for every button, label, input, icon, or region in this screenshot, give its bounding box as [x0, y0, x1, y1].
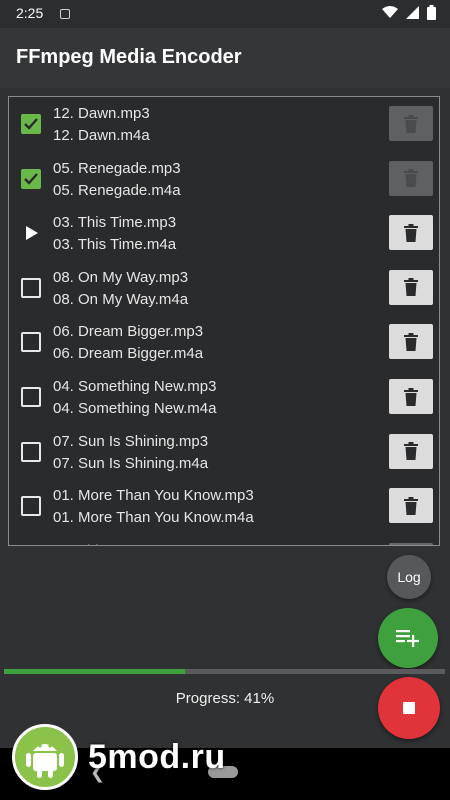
list-item[interactable]: 08. On My Way.mp3 08. On My Way.m4a	[9, 261, 439, 315]
check-icon	[24, 118, 38, 130]
output-filename: 03. This Time.m4a	[53, 236, 177, 254]
item-checkbox[interactable]	[21, 114, 41, 134]
watermark: 5mod.ru	[12, 722, 226, 792]
source-filename: 04. Something New.mp3	[53, 378, 217, 395]
trash-icon	[404, 223, 418, 242]
output-filename: 07. Sun Is Shining.m4a	[53, 454, 209, 472]
trash-icon	[404, 169, 418, 188]
delete-button[interactable]	[389, 160, 433, 196]
source-filename: 07. Sun Is Shining.mp3	[53, 432, 209, 450]
source-filename: 12. Dawn.mp3	[53, 105, 150, 122]
log-button[interactable]: Log	[387, 555, 431, 599]
play-icon	[21, 223, 41, 243]
app-title: FFmpeg Media Encoder	[16, 46, 242, 68]
trash-icon	[404, 278, 418, 297]
list-item[interactable]: 03. This Time.mp3 03. This Time.m4a	[9, 206, 439, 260]
watermark-text: 5mod.ru	[88, 737, 226, 776]
output-filename: 04. Something New.m4a	[53, 400, 217, 417]
list-item[interactable]: 01. More Than You Know.mp3 01. More Than …	[9, 479, 439, 533]
status-icons	[382, 5, 436, 20]
list-item[interactable]: 04. Something New.mp3 04. Something New.m…	[9, 370, 439, 424]
output-filename: 01. More Than You Know.m4a	[53, 509, 254, 527]
delete-button[interactable]	[389, 379, 433, 414]
output-filename: 12. Dawn.m4a	[53, 127, 150, 144]
delete-button[interactable]	[389, 215, 433, 251]
source-filename: 05. Renegade.mp3	[53, 159, 181, 177]
output-filename: 08. On My Way.m4a	[53, 290, 189, 308]
delete-button[interactable]	[389, 433, 433, 469]
item-checkbox[interactable]	[21, 441, 41, 462]
delete-button[interactable]	[389, 488, 433, 524]
delete-button[interactable]	[389, 106, 433, 141]
app-bar: FFmpeg Media Encoder	[0, 28, 450, 88]
item-checkbox[interactable]	[21, 332, 41, 353]
item-checkbox[interactable]	[21, 277, 41, 298]
list-item[interactable]: 10. This Is How You Know.mp3	[9, 534, 439, 545]
list-item[interactable]: 06. Dream Bigger.mp3 06. Dream Bigger.m4a	[9, 315, 439, 369]
output-filename: 06. Dream Bigger.m4a	[53, 345, 204, 363]
playlist-add-icon	[396, 630, 419, 647]
wifi-icon	[382, 6, 398, 18]
stop-button[interactable]	[378, 677, 440, 739]
output-filename: 05. Renegade.m4a	[53, 181, 181, 199]
add-files-button[interactable]	[378, 608, 438, 668]
trash-icon	[404, 442, 418, 461]
trash-icon	[404, 114, 418, 133]
progress-fill	[4, 669, 185, 674]
trash-icon	[404, 332, 418, 351]
status-bar: 2:25	[0, 0, 450, 28]
source-filename: 10. This Is How You Know.mp3	[53, 542, 260, 545]
notification-icon	[60, 9, 70, 19]
android-logo-icon	[12, 724, 78, 790]
item-checkbox[interactable]	[21, 496, 41, 517]
status-time: 2:25	[16, 5, 44, 21]
source-filename: 03. This Time.mp3	[53, 214, 177, 232]
source-filename: 06. Dream Bigger.mp3	[53, 323, 204, 341]
list-item[interactable]: 05. Renegade.mp3 05. Renegade.m4a	[9, 152, 439, 206]
progress-bar	[4, 669, 445, 674]
battery-icon	[427, 5, 436, 20]
trash-icon	[404, 387, 418, 406]
list-item[interactable]: 12. Dawn.mp3 12. Dawn.m4a	[9, 97, 439, 151]
item-checkbox[interactable]	[21, 387, 41, 407]
stop-icon	[403, 702, 415, 714]
list-item[interactable]: 07. Sun Is Shining.mp3 07. Sun Is Shining…	[9, 425, 439, 479]
delete-button[interactable]	[389, 542, 433, 545]
check-icon	[24, 172, 38, 185]
item-checkbox[interactable]	[21, 168, 41, 189]
trash-icon	[404, 496, 418, 515]
delete-button[interactable]	[389, 324, 433, 360]
delete-button[interactable]	[389, 269, 433, 305]
file-list[interactable]: 12. Dawn.mp3 12. Dawn.m4a 05. Renegade.mp3…	[8, 96, 440, 546]
source-filename: 01. More Than You Know.mp3	[53, 487, 254, 505]
source-filename: 08. On My Way.mp3	[53, 268, 189, 286]
signal-icon	[406, 6, 419, 19]
